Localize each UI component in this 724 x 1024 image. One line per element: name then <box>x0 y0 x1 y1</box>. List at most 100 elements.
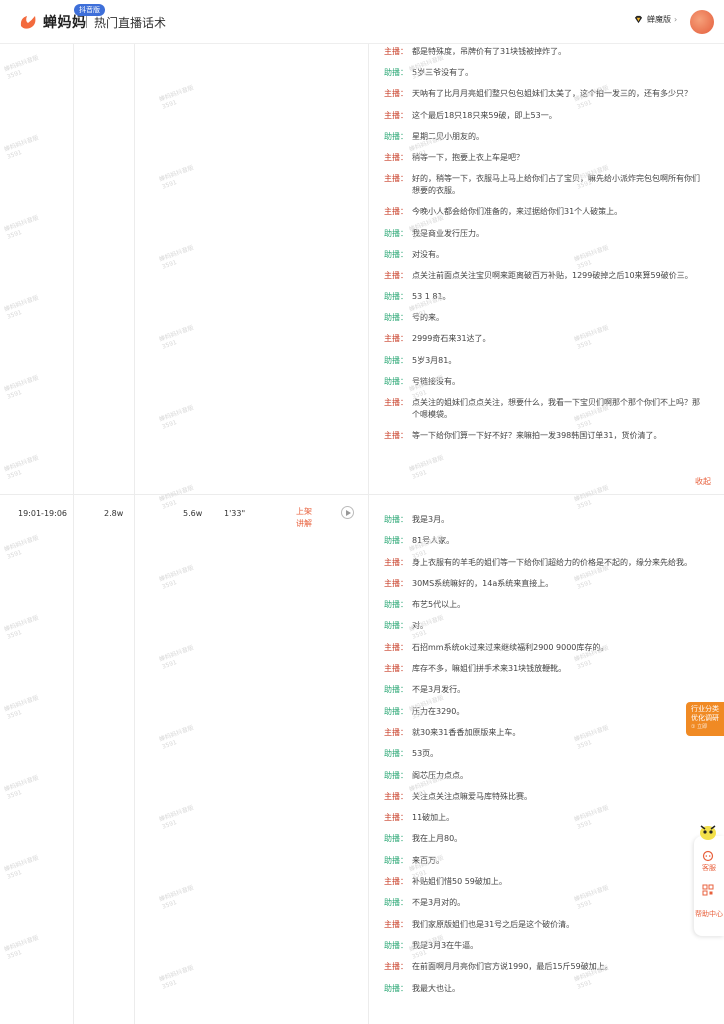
speaker-assistant: 助播： <box>384 685 408 695</box>
script-line: 助播： 5岁3月81。 <box>384 355 702 367</box>
watermark-text: 蝉妈妈抖音版 3591 <box>3 534 40 561</box>
header-divider <box>86 16 87 28</box>
script-text: 点关注的姐妹们点点关注，想要什么，我看一下宝贝们啊那个那个你们不上吗？那个嗯模袋… <box>412 398 700 419</box>
watermark-text: 蝉妈妈抖音版 3591 <box>3 134 40 161</box>
speaker-assistant: 助播： <box>384 600 408 610</box>
script-text: 星期二见小朋友的。 <box>412 131 484 141</box>
customer-service-icon[interactable] <box>702 850 714 862</box>
script-text: 我在上月80。 <box>412 834 463 844</box>
speaker-assistant: 助播： <box>384 898 408 908</box>
watermark-text: 蝉妈妈抖音版 3591 <box>158 484 195 511</box>
script-line: 助播： 我最大也让。 <box>384 983 702 995</box>
script-text: 对没有。 <box>412 249 444 259</box>
script-text: 81号人家。 <box>412 536 455 546</box>
speaker-assistant: 助播： <box>384 68 408 78</box>
script-line: 助播： 81号人家。 <box>384 535 702 547</box>
speaker-host: 主播： <box>384 727 408 737</box>
speaker-host: 主播： <box>384 431 408 441</box>
play-icon[interactable] <box>341 506 354 519</box>
script-list-row1: 主播： 都是特殊度，吊牌价有了31块钱被掉炸了。 助播： 5岁三爷没有了。 主播： 天呐有… <box>384 46 702 451</box>
script-text: 阁芯压力点点。 <box>412 770 468 780</box>
watermark-text: 蝉妈妈抖音版 3591 <box>158 724 195 751</box>
script-line: 助播： 我在上月80。 <box>384 833 702 845</box>
watermark-text: 蝉妈妈抖音版 3591 <box>158 244 195 271</box>
script-text: 在前面啊月月亮你们官方说1990，最后15斤59破加上。 <box>412 962 613 972</box>
chevron-right-icon: › <box>674 15 678 24</box>
script-text: 布艺5代以上。 <box>412 600 466 610</box>
script-line: 助播： 我是商业发行压力。 <box>384 228 702 240</box>
speaker-assistant: 助播： <box>384 834 408 844</box>
watermark-text: 蝉妈妈抖音版 3591 <box>3 614 40 641</box>
speaker-assistant: 助播： <box>384 621 408 631</box>
script-line: 助播： 53页。 <box>384 748 702 760</box>
watermark-text: 蝉妈妈抖音版 3591 <box>3 774 40 801</box>
speaker-host: 主播： <box>384 270 408 280</box>
explain-label[interactable]: 上架讲解 <box>296 506 316 530</box>
speaker-assistant: 助播： <box>384 355 408 365</box>
script-line: 主播： 好的，稍等一下，衣服马上马上给你们占了宝贝，嘛先给小派炸完包包啊所有你们想… <box>384 173 702 197</box>
script-line: 主播： 我们家原版姐们也是31号之后是这个破价清。 <box>384 919 702 931</box>
speaker-host: 主播： <box>384 398 408 407</box>
speaker-assistant: 助播： <box>384 228 408 238</box>
watermark-text: 蝉妈妈抖音版 3591 <box>3 54 40 81</box>
avatar[interactable] <box>690 10 714 34</box>
script-text: 30MS系统嘛好的，14a系统来直接上。 <box>412 578 554 588</box>
speaker-host: 主播： <box>384 877 408 887</box>
page-title: 热门直播话术 <box>94 16 167 30</box>
script-line: 主播： 在前面啊月月亮你们官方说1990，最后15斤59破加上。 <box>384 961 702 973</box>
diamond-icon <box>634 15 643 24</box>
watermark-text: 蝉妈妈抖音版 3591 <box>3 934 40 961</box>
script-line: 主播： 稍等一下，抱要上衣上车是吧？ <box>384 152 702 164</box>
mascot-icon[interactable] <box>697 820 719 842</box>
script-text: 稍等一下，抱要上衣上车是吧？ <box>412 152 524 162</box>
script-line: 主播： 石招mm系统ok过来过来继续福利2900 9000库存的。 <box>384 642 702 654</box>
script-text: 53页。 <box>412 749 439 759</box>
viewer-count: 5.6w <box>183 509 203 518</box>
script-line: 助播： 星期二见小朋友的。 <box>384 131 702 143</box>
speaker-assistant: 助播： <box>384 313 408 323</box>
speaker-host: 主播： <box>384 962 408 972</box>
promo-banner[interactable]: 行业分类 优化调研 ① 立即 <box>686 702 724 736</box>
watermark-text: 蝉妈妈抖音版 3591 <box>3 854 40 881</box>
watermark-text: 蝉妈妈抖音版 3591 <box>158 884 195 911</box>
speaker-host: 主播： <box>384 89 408 99</box>
script-line: 助播： 压力在3290。 <box>384 706 702 718</box>
script-line: 主播： 库存不多，嘛姐们拼手术来31块钱放鞭靴。 <box>384 663 702 675</box>
script-text: 对。 <box>412 621 428 631</box>
speaker-assistant: 助播： <box>384 855 408 865</box>
watermark-text: 蝉妈妈抖音版 3591 <box>158 404 195 431</box>
script-line: 主播： 30MS系统嘛好的，14a系统来直接上。 <box>384 578 702 590</box>
script-text: 不是3月发行。 <box>412 685 466 695</box>
script-text: 压力在3290。 <box>412 706 465 716</box>
script-line: 助播： 我是3月。 <box>384 514 702 526</box>
speaker-assistant: 助播： <box>384 706 408 716</box>
script-text: 我们家原版姐们也是31号之后是这个破价清。 <box>412 919 575 929</box>
script-line: 主播： 都是特殊度，吊牌价有了31块钱被掉炸了。 <box>384 46 702 58</box>
speaker-host: 主播： <box>384 174 408 184</box>
speaker-host: 主播： <box>384 207 408 217</box>
script-text: 我是3月。 <box>412 515 450 524</box>
watermark-text: 蝉妈妈抖音版 3591 <box>158 164 195 191</box>
time-range: 19:01-19:06 <box>18 509 67 518</box>
help-center-label[interactable]: 帮助中心 <box>694 910 724 919</box>
user-menu[interactable]: 蝉魔版 › <box>634 14 677 25</box>
speaker-host: 主播： <box>384 642 408 652</box>
script-text: 库存不多，嘛姐们拼手术来31块钱放鞭靴。 <box>412 664 567 674</box>
speaker-assistant: 助播： <box>384 770 408 780</box>
speaker-assistant: 助播： <box>384 749 408 759</box>
speaker-assistant: 助播： <box>384 249 408 259</box>
collapse-button[interactable]: 收起 <box>695 476 711 487</box>
script-line: 助播： 对。 <box>384 620 702 632</box>
script-line: 助播： 不是3月对的。 <box>384 897 702 909</box>
service-label[interactable]: 客服 <box>694 864 724 873</box>
qrcode-icon[interactable] <box>702 884 714 896</box>
script-line: 助播： 阁芯压力点点。 <box>384 770 702 782</box>
watermark-text: 蝉妈妈抖音版 3591 <box>158 84 195 111</box>
watermark-text: 蝉妈妈抖音版 3591 <box>158 564 195 591</box>
script-text: 等一下给你们算一下好不好？来嘛拍一发398韩国订单31，货价清了。 <box>412 431 662 441</box>
speaker-host: 主播： <box>384 557 408 567</box>
speaker-host: 主播： <box>384 791 408 801</box>
watermark-text: 蝉妈妈抖音版 3591 <box>158 644 195 671</box>
script-text: 身上衣服有的羊毛的姐们等一下给你们超给力的价格是不起的，缘分来先给我。 <box>412 557 692 567</box>
column-divider <box>73 44 74 1024</box>
